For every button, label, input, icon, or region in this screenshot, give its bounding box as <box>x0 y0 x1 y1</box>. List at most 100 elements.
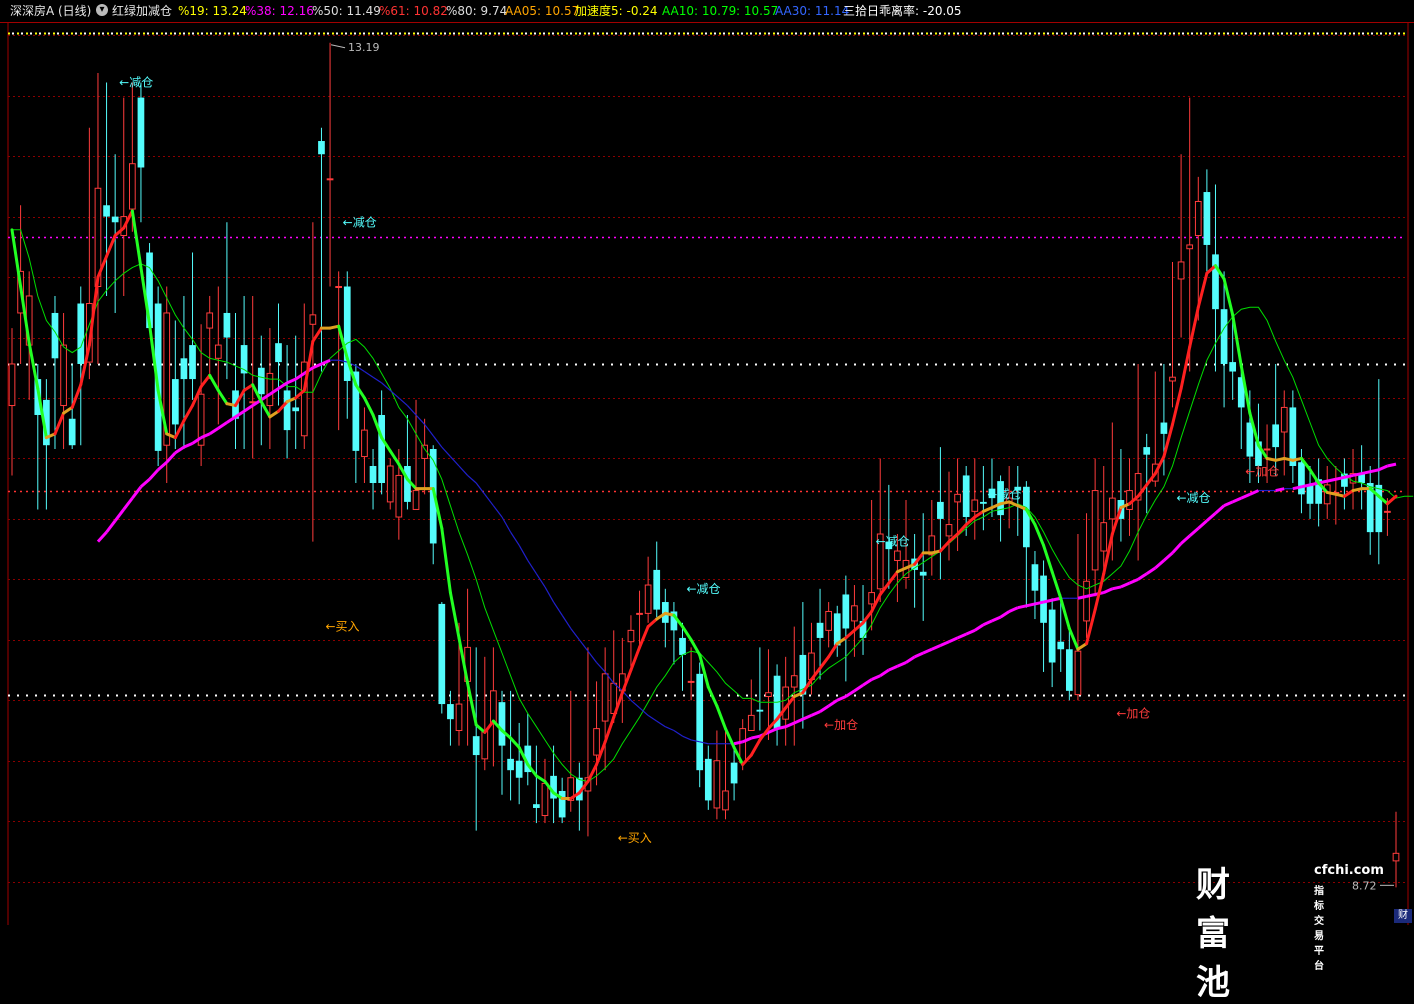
candle-body <box>541 782 549 817</box>
signal-reduce: ←减仓 <box>1176 491 1210 505</box>
aa30-segment <box>105 519 117 534</box>
aa05-segment <box>1196 271 1209 309</box>
candle-body <box>1065 649 1073 691</box>
indicator-value: AA05: 10.57 <box>505 4 580 18</box>
brand-domain: cfchi.com <box>1314 863 1384 878</box>
aa30-segment <box>1240 492 1251 500</box>
candle-body <box>1108 497 1116 520</box>
signal-reduce: ←减仓 <box>687 582 721 596</box>
brand-name: 财富池 <box>1196 865 1231 1003</box>
aa30-segment <box>165 451 177 464</box>
candle-body <box>1392 852 1400 862</box>
candle-body <box>1298 462 1305 495</box>
candle-body <box>825 610 832 631</box>
aa05-segment <box>1067 626 1080 651</box>
aa05-segment <box>964 515 977 527</box>
aa05-segment <box>1231 313 1243 368</box>
candle-body <box>1229 362 1237 372</box>
aa05-segment <box>1170 387 1183 426</box>
candle-body <box>962 475 970 518</box>
aa30-segment <box>871 674 881 681</box>
candle-body <box>326 178 334 181</box>
candle-body <box>180 358 188 380</box>
aa30-segment <box>1335 475 1345 481</box>
candle-body <box>386 465 394 503</box>
candle-body <box>77 303 85 364</box>
candle-body <box>1194 200 1202 236</box>
aa30-segment <box>845 689 856 698</box>
candle-body <box>971 499 979 512</box>
corner-badge[interactable]: 财 <box>1394 909 1412 923</box>
aa30-segment <box>1180 534 1191 545</box>
aa05-segment <box>1385 494 1398 506</box>
aa30-segment <box>810 710 821 717</box>
indicator-value: 加速度5: -0.24 <box>575 4 658 18</box>
indicator-value: %61: 10.82 <box>379 4 448 18</box>
signal-add: ←加仓 <box>824 718 858 732</box>
aa05-segment <box>130 209 143 270</box>
aa05-segment <box>723 727 736 750</box>
aa30-segment <box>1034 600 1044 606</box>
candle-body <box>704 758 712 801</box>
candle-body <box>696 673 704 771</box>
aa30-segment <box>896 661 907 668</box>
aa30-segment <box>208 426 220 436</box>
candle-body <box>1143 447 1151 455</box>
signal-reduce: ←减仓 <box>987 487 1021 501</box>
aa05-segment <box>53 411 66 436</box>
signal-buy: ←买入 <box>618 831 652 845</box>
candle-body <box>1091 490 1099 571</box>
aa30-segment <box>776 725 786 731</box>
aa30-segment <box>458 465 469 476</box>
indicator-value: : 10.57 <box>736 4 779 18</box>
aa30-segment <box>750 734 761 740</box>
aa30-segment <box>1197 519 1208 530</box>
candle-body <box>128 163 136 210</box>
aa05-segment <box>1308 468 1321 485</box>
aa30-segment <box>1026 602 1036 608</box>
aa30-segment <box>1086 593 1096 598</box>
aa30-segment <box>467 474 477 484</box>
aa05-segment <box>629 645 642 672</box>
aa30-segment <box>879 668 890 677</box>
aa30-segment <box>131 485 143 500</box>
aa05-segment <box>242 383 255 392</box>
indicator-value: %38: 12.16 <box>245 4 314 18</box>
indicator-value: 三拾日乖离率: -20.05 <box>843 4 962 18</box>
aa30-segment <box>991 615 1002 623</box>
aa05-segment <box>827 642 839 659</box>
aa30-segment <box>1154 559 1165 570</box>
aa30-segment <box>492 505 503 518</box>
kline-chart[interactable]: 13.19 8.72 ←减仓 ←减仓 ←买入 ←减仓 ←买入 ←加仓 ←减仓 ←减仓 ←加仓 ←减仓 ←… <box>0 0 1414 925</box>
aa30-segment <box>1043 598 1053 604</box>
candle-body <box>1384 510 1391 513</box>
aa05-segment <box>715 704 727 731</box>
aa30-segment <box>1145 566 1157 575</box>
aa30-segment <box>226 415 237 424</box>
candle-body <box>730 762 738 784</box>
aa30-segment <box>1344 473 1354 479</box>
aa30-segment <box>1103 587 1113 594</box>
aa05-segment <box>362 396 375 417</box>
aa05-segment <box>388 449 401 466</box>
aa30-segment <box>518 545 529 561</box>
candle-body <box>8 363 16 407</box>
candle-body <box>412 490 420 510</box>
candle-body <box>558 790 566 818</box>
aa05-segment <box>887 570 899 585</box>
settings-icon[interactable]: ▾ <box>96 4 108 16</box>
aa30-segment <box>630 699 640 709</box>
aa05-segment <box>706 685 719 708</box>
candle-body <box>455 703 463 732</box>
candle-body <box>438 603 446 705</box>
candle-body <box>189 345 196 380</box>
aa30-segment <box>406 405 417 416</box>
candle-body <box>1177 261 1185 280</box>
aa30-segment <box>827 699 839 708</box>
candle-body <box>687 680 695 683</box>
candle-body <box>816 622 824 638</box>
aa30-segment <box>793 717 804 725</box>
aa05-segment <box>448 591 461 640</box>
aa30-segment <box>965 629 976 636</box>
candle-body <box>223 312 231 338</box>
